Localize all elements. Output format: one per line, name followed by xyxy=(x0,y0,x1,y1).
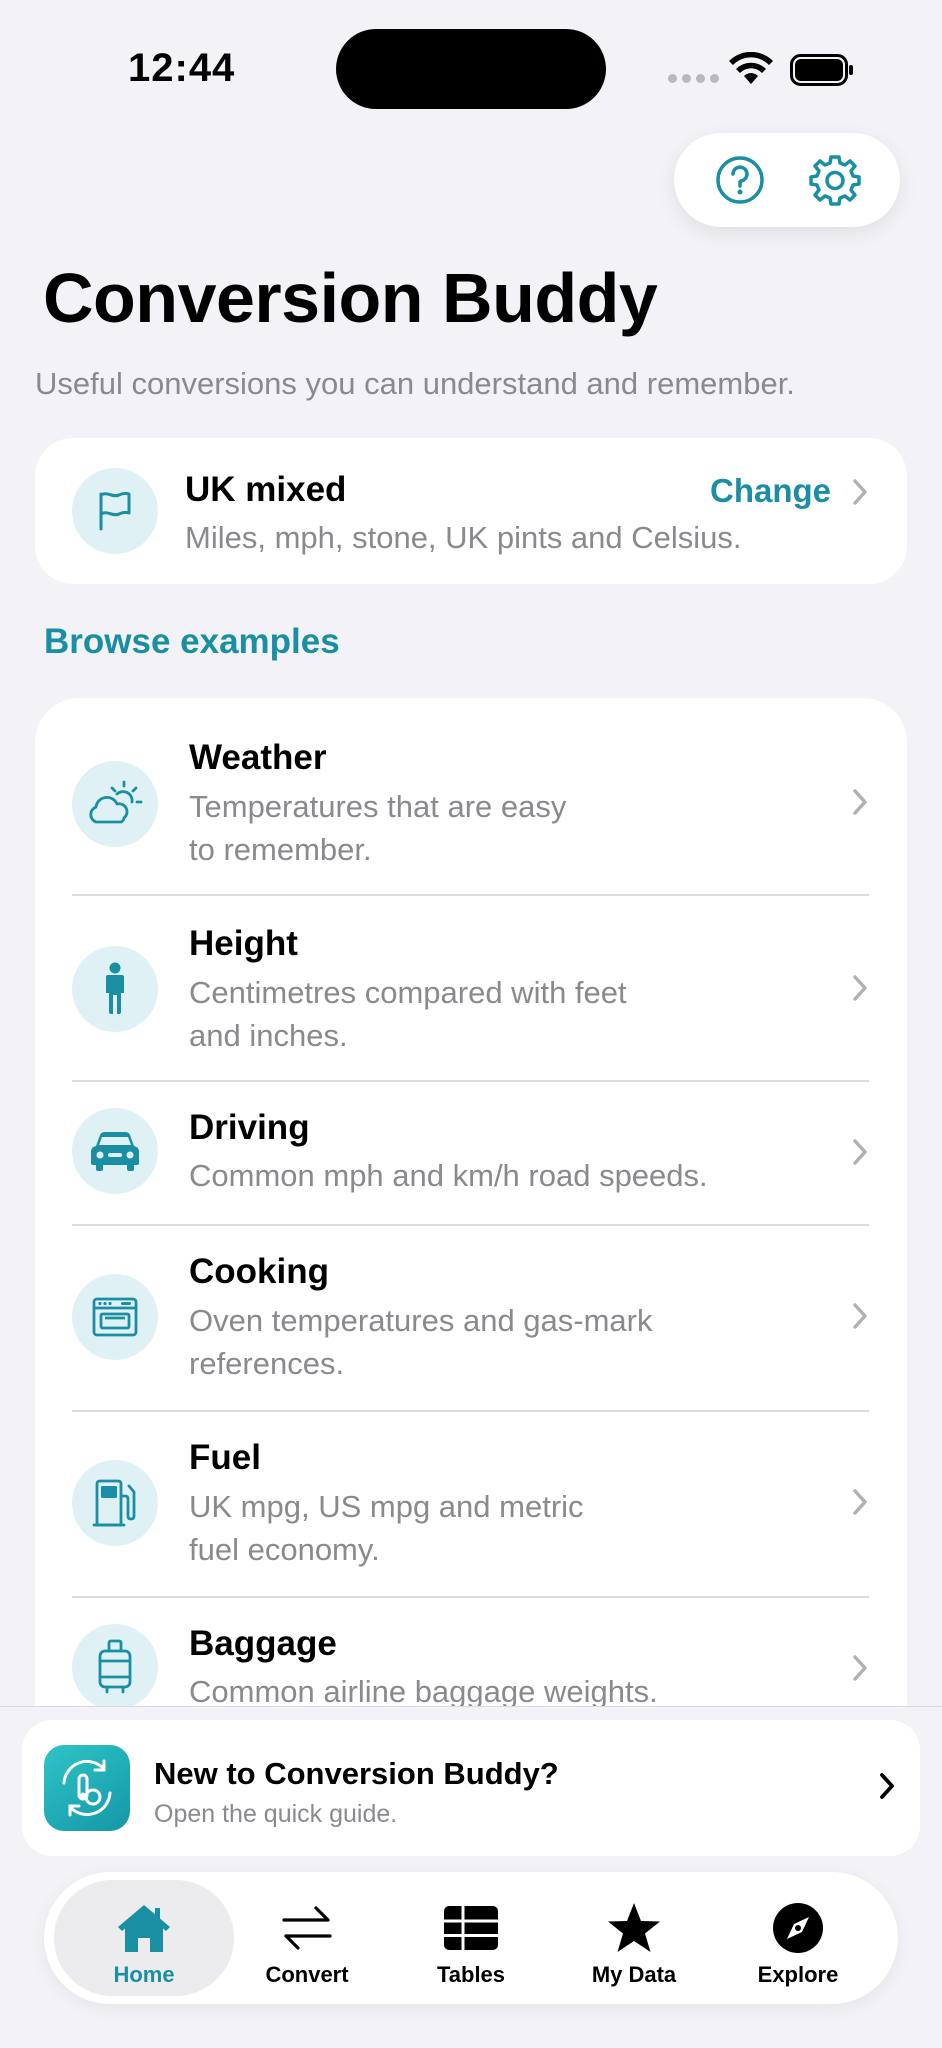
page-subtitle: Useful conversions you can understand an… xyxy=(35,366,795,401)
row-description: Common mph and km/h road speeds. xyxy=(189,1158,708,1193)
tab-tables[interactable]: Tables xyxy=(381,1880,561,1996)
chevron-right-icon xyxy=(853,1655,867,1681)
settings-button[interactable] xyxy=(805,150,865,210)
region-change-button[interactable]: Change xyxy=(710,472,831,510)
row-description: Temperatures that are easy to remember. xyxy=(189,789,567,867)
tab-explore[interactable]: Explore xyxy=(708,1880,888,1996)
tab-label: Tables xyxy=(436,1962,506,1987)
app-logo-icon xyxy=(44,1745,130,1831)
row-icon-circle xyxy=(72,1108,158,1194)
dynamic-island xyxy=(336,29,606,109)
chevron-right-icon xyxy=(853,975,867,1001)
list-item-fuel[interactable]: Fuel UK mpg, US mpg and metric fuel econo… xyxy=(35,1412,907,1596)
chevron-right-icon xyxy=(853,789,867,815)
tab-label: My Data xyxy=(591,1962,677,1987)
region-icon-circle xyxy=(72,468,158,554)
oven-icon xyxy=(92,1297,138,1337)
tab-home[interactable]: Home xyxy=(54,1880,234,1996)
quick-guide-card[interactable]: New to Conversion Buddy? Open the quick … xyxy=(22,1720,920,1856)
list-item-weather[interactable]: Weather Temperatures that are easy to rem… xyxy=(35,698,907,895)
tab-label: Convert xyxy=(265,1962,349,1987)
row-icon-circle xyxy=(72,1460,158,1546)
region-description: Miles, mph, stone, UK pints and Celsius. xyxy=(185,520,742,555)
battery-icon xyxy=(790,54,853,86)
row-title: Fuel xyxy=(189,1438,261,1477)
tab-bar: Home Convert Tables My Data Explore xyxy=(44,1872,898,2004)
browse-examples-heading: Browse examples xyxy=(44,622,340,661)
status-time: 12:44 xyxy=(128,46,236,90)
flag-icon xyxy=(99,491,131,531)
guide-title: New to Conversion Buddy? xyxy=(154,1756,559,1791)
top-actions xyxy=(674,133,900,227)
row-title: Height xyxy=(189,924,298,963)
help-button[interactable] xyxy=(710,150,770,210)
star-icon xyxy=(608,1903,660,1952)
list-item-height[interactable]: Height Centimetres compared with feet and… xyxy=(35,896,907,1080)
row-icon-circle xyxy=(72,761,158,847)
row-description: Centimetres compared with feet and inches… xyxy=(189,975,627,1053)
person-icon xyxy=(106,962,124,1014)
row-title: Cooking xyxy=(189,1252,329,1291)
chevron-right-icon xyxy=(880,1773,894,1799)
wifi-icon xyxy=(729,52,773,84)
region-title: UK mixed xyxy=(185,470,347,509)
row-icon-circle xyxy=(72,1274,158,1360)
cellular-signal-icon xyxy=(668,74,719,83)
row-icon-circle xyxy=(72,1624,158,1710)
weather-icon xyxy=(89,780,143,824)
chevron-right-icon xyxy=(853,479,867,505)
tab-label: Explore xyxy=(757,1962,839,1987)
gear-icon xyxy=(808,155,861,206)
region-card[interactable]: UK mixed Miles, mph, stone, UK pints and… xyxy=(35,438,907,584)
page-title: Conversion Buddy xyxy=(43,259,658,337)
chevron-right-icon xyxy=(853,1303,867,1329)
tab-label: Home xyxy=(113,1962,175,1987)
table-icon xyxy=(444,1906,498,1950)
chevron-right-icon xyxy=(853,1489,867,1515)
guide-subtitle: Open the quick guide. xyxy=(154,1800,398,1828)
row-title: Driving xyxy=(189,1108,310,1147)
row-description: Oven temperatures and gas-mark references… xyxy=(189,1303,653,1381)
house-icon xyxy=(118,1905,170,1952)
row-title: Baggage xyxy=(189,1624,337,1663)
examples-list: Weather Temperatures that are easy to rem… xyxy=(35,698,907,1798)
car-icon xyxy=(91,1132,139,1171)
list-item-cooking[interactable]: Cooking Oven temperatures and gas-mark re… xyxy=(35,1226,907,1410)
suitcase-icon xyxy=(98,1639,132,1694)
tab-convert[interactable]: Convert xyxy=(217,1880,397,1996)
row-icon-circle xyxy=(72,946,158,1032)
tab-my-data[interactable]: My Data xyxy=(544,1880,724,1996)
status-bar: 12:44 xyxy=(0,0,942,130)
chevron-right-icon xyxy=(853,1139,867,1165)
fuel-pump-icon xyxy=(92,1479,136,1527)
row-title: Weather xyxy=(189,738,327,777)
row-description: UK mpg, US mpg and metric fuel economy. xyxy=(189,1489,584,1567)
arrows-icon xyxy=(282,1906,332,1950)
help-icon xyxy=(715,156,764,204)
compass-icon xyxy=(773,1903,823,1953)
list-item-driving[interactable]: Driving Common mph and km/h road speeds. xyxy=(35,1082,907,1224)
